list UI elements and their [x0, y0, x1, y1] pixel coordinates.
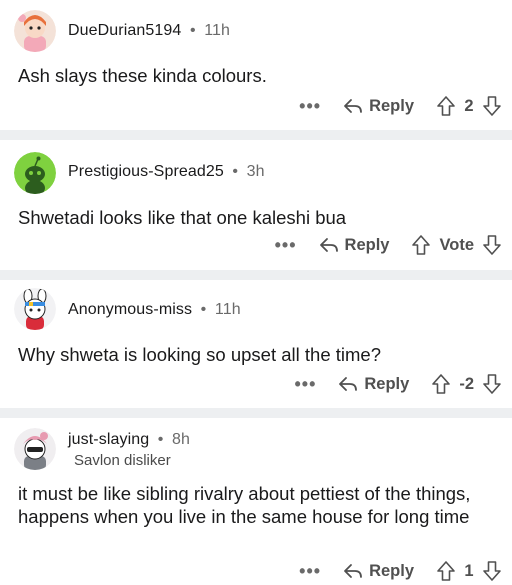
reply-button[interactable]: Reply — [319, 235, 390, 255]
upvote-arrow-icon[interactable] — [431, 373, 451, 395]
reply-arrow-icon — [339, 377, 358, 391]
comment-time: 11h — [204, 22, 230, 39]
comment-separator — [0, 270, 512, 280]
upvote-arrow-icon[interactable] — [411, 234, 431, 256]
vote-controls: -2 — [431, 373, 502, 395]
username[interactable]: Anonymous-miss — [68, 301, 192, 318]
comment-actions: ••• Reply -2 — [294, 370, 502, 398]
downvote-arrow-icon[interactable] — [482, 560, 502, 582]
comment-body: Why shweta is looking so upset all the t… — [18, 344, 381, 365]
comment-body: it must be like sibling rivalry about pe… — [18, 483, 471, 527]
comment-time: 11h — [214, 301, 241, 318]
user-avatar[interactable] — [14, 152, 56, 194]
comment-time: 3h — [246, 163, 265, 180]
comment-1: DueDurian5194 • 11h Ash slays these kind… — [0, 0, 512, 130]
reply-button[interactable]: Reply — [343, 97, 414, 116]
user-avatar[interactable] — [14, 10, 56, 52]
comment-body: Shwetadi looks like that one kaleshi bua — [18, 207, 347, 228]
reply-label: Reply — [369, 561, 414, 580]
comment-header: Anonymous-miss • 11h — [68, 301, 241, 319]
reply-arrow-icon — [344, 564, 362, 578]
reply-label: Reply — [369, 96, 414, 115]
user-avatar[interactable] — [14, 288, 56, 330]
comment-header: just-slaying • 8h — [68, 431, 190, 449]
comment-header: DueDurian5194 • 11h — [68, 22, 230, 40]
username[interactable]: Prestigious-Spread25 — [68, 163, 224, 180]
username[interactable]: just-slaying — [68, 431, 149, 448]
more-options-button[interactable]: ••• — [294, 374, 316, 395]
user-flair: Savlon disliker — [74, 452, 171, 469]
comment-actions: ••• Reply Vote — [275, 231, 502, 259]
comment-separator — [0, 408, 512, 418]
reply-button[interactable]: Reply — [343, 562, 414, 581]
reply-arrow-icon — [344, 99, 362, 113]
vote-controls: Vote — [411, 234, 502, 256]
header-separator: • — [189, 22, 196, 39]
header-separator: • — [157, 431, 164, 448]
user-avatar[interactable] — [14, 428, 56, 470]
vote-count: -2 — [459, 374, 474, 393]
header-separator: • — [232, 163, 239, 180]
more-options-button[interactable]: ••• — [299, 96, 321, 117]
reply-label: Reply — [364, 374, 410, 393]
downvote-arrow-icon[interactable] — [482, 373, 502, 395]
reply-button[interactable]: Reply — [338, 375, 409, 394]
comment-time: 8h — [172, 431, 191, 448]
comment-3: Anonymous-miss • 11h Why shweta is looki… — [0, 280, 512, 408]
vote-count: Vote — [439, 235, 474, 254]
vote-count: 2 — [464, 96, 474, 115]
reply-label: Reply — [344, 235, 390, 254]
more-options-button[interactable]: ••• — [299, 561, 321, 582]
comment-actions: ••• Reply 2 — [299, 92, 502, 120]
comment-separator — [0, 130, 512, 140]
comment-2: Prestigious-Spread25 • 3h Shwetadi looks… — [0, 140, 512, 270]
upvote-arrow-icon[interactable] — [436, 560, 456, 582]
upvote-arrow-icon[interactable] — [436, 95, 456, 117]
vote-controls: 2 — [436, 95, 502, 117]
vote-count: 1 — [464, 561, 474, 580]
downvote-arrow-icon[interactable] — [482, 95, 502, 117]
reply-arrow-icon — [319, 238, 338, 252]
comment-4: just-slaying • 8h Savlon disliker it mus… — [0, 418, 512, 581]
header-separator: • — [200, 301, 207, 318]
comment-header: Prestigious-Spread25 • 3h — [68, 163, 265, 181]
username[interactable]: DueDurian5194 — [68, 22, 181, 39]
vote-controls: 1 — [436, 560, 502, 582]
more-options-button[interactable]: ••• — [275, 235, 297, 256]
comment-body: Ash slays these kinda colours. — [18, 65, 267, 86]
downvote-arrow-icon[interactable] — [482, 234, 502, 256]
